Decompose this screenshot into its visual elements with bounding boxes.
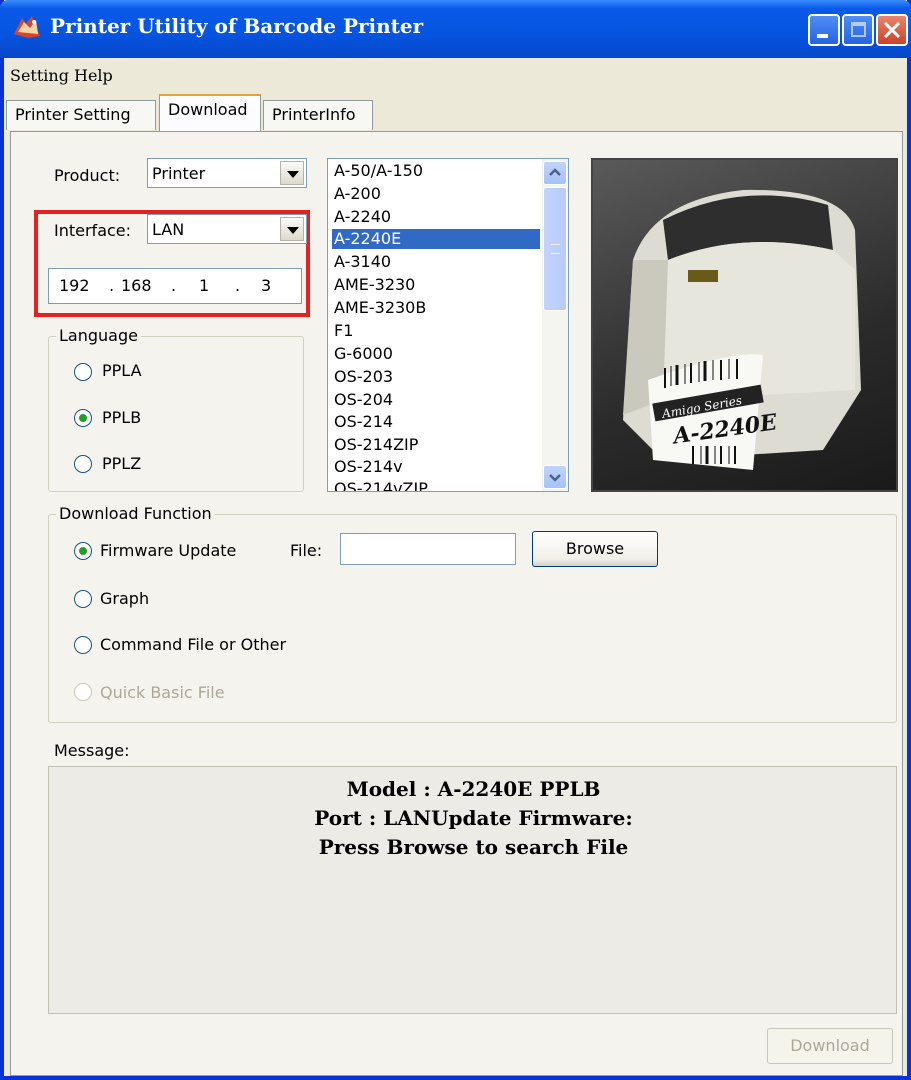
- interface-label: Interface:: [54, 221, 132, 240]
- radio-command-file[interactable]: [74, 636, 94, 656]
- list-item[interactable]: AME-3230: [332, 275, 540, 295]
- ip-separator: .: [171, 276, 177, 295]
- list-item[interactable]: OS-214vZIP: [332, 479, 540, 491]
- scroll-down-button[interactable]: [543, 465, 567, 489]
- ip-octet-1[interactable]: 192: [59, 276, 90, 295]
- close-button[interactable]: [876, 14, 908, 46]
- list-item[interactable]: A-2240: [332, 207, 540, 227]
- ip-octet-4[interactable]: 3: [261, 276, 271, 295]
- radio-selected-dot: [79, 414, 87, 422]
- tab-download[interactable]: Download: [159, 94, 261, 131]
- title-bar[interactable]: Printer Utility of Barcode Printer: [0, 0, 911, 58]
- list-item[interactable]: OS-214ZIP: [332, 435, 540, 455]
- tab-strip: Printer Setting Download PrinterInfo: [4, 92, 907, 132]
- chevron-down-icon[interactable]: [280, 161, 304, 185]
- message-line-model: Model : A-2240E PPLB: [346, 777, 601, 801]
- product-select[interactable]: Printer: [147, 158, 307, 188]
- browse-button[interactable]: Browse: [532, 531, 658, 567]
- list-item[interactable]: G-6000: [332, 344, 540, 364]
- list-item[interactable]: A-3140: [332, 252, 540, 272]
- list-item[interactable]: OS-204: [332, 390, 540, 410]
- radio-ppla[interactable]: [74, 363, 94, 383]
- minimize-button[interactable]: [808, 14, 840, 46]
- list-item[interactable]: OS-203: [332, 367, 540, 387]
- radio-pplz-label[interactable]: PPLZ: [102, 454, 141, 473]
- file-path-input[interactable]: [340, 533, 516, 565]
- list-item[interactable]: F1: [332, 321, 540, 341]
- radio-firmware-update-label[interactable]: Firmware Update: [100, 541, 236, 560]
- radio-selected-dot: [79, 547, 87, 555]
- model-list[interactable]: A-50/A-150 A-200 A-2240 A-2240E A-3140 A…: [327, 158, 569, 492]
- message-label: Message:: [54, 741, 130, 760]
- tab-printer-info[interactable]: PrinterInfo: [263, 100, 373, 130]
- download-button[interactable]: Download: [767, 1028, 893, 1064]
- menu-help[interactable]: Help: [74, 66, 113, 85]
- interface-select[interactable]: LAN: [147, 214, 307, 244]
- download-function-title: Download Function: [56, 504, 215, 523]
- printer-image: Amigo Series A-2240E: [591, 158, 898, 492]
- radio-graph[interactable]: [74, 590, 94, 610]
- window-title: Printer Utility of Barcode Printer: [50, 14, 424, 38]
- file-label: File:: [290, 541, 323, 560]
- grip-icon: [551, 244, 560, 254]
- tab-label: Download: [168, 100, 248, 119]
- ip-address-field[interactable]: 192 . 168 . 1 . 3: [48, 268, 302, 304]
- radio-pplb[interactable]: [74, 409, 94, 429]
- chevron-down-icon: [549, 474, 561, 482]
- radio-quick-basic-file-label[interactable]: Quick Basic File: [100, 683, 225, 702]
- ip-separator: .: [235, 276, 241, 295]
- model-list-scrollbar[interactable]: [542, 159, 568, 491]
- radio-quick-basic-file[interactable]: [74, 683, 94, 703]
- interface-value: LAN: [152, 220, 185, 239]
- message-line-port: Port : LANUpdate Firmware:: [314, 806, 633, 830]
- radio-ppla-label[interactable]: PPLA: [102, 361, 142, 380]
- list-item[interactable]: AME-3230B: [332, 298, 540, 318]
- ip-octet-2[interactable]: 168: [121, 276, 152, 295]
- barcode-printer-illustration: Amigo Series A-2240E: [623, 189, 861, 470]
- maximize-icon: [851, 22, 866, 37]
- ip-separator: .: [109, 276, 115, 295]
- radio-command-file-label[interactable]: Command File or Other: [100, 635, 286, 654]
- product-label: Product:: [54, 166, 121, 185]
- language-group-title: Language: [56, 326, 141, 345]
- list-item[interactable]: A-200: [332, 184, 540, 204]
- minimize-icon: [817, 34, 828, 38]
- radio-firmware-update[interactable]: [74, 542, 94, 562]
- close-icon: [883, 21, 901, 39]
- radio-pplb-label[interactable]: PPLB: [102, 408, 141, 427]
- download-button-label: Download: [790, 1036, 870, 1055]
- menu-setting[interactable]: Setting: [10, 66, 69, 85]
- menu-bar: Setting Help: [4, 58, 907, 90]
- scroll-thumb[interactable]: [543, 187, 567, 311]
- app-window: Printer Utility of Barcode Printer Setti…: [0, 0, 911, 1080]
- list-item-selected[interactable]: A-2240E: [332, 229, 540, 249]
- printer-app-icon: [14, 16, 40, 38]
- maximize-button[interactable]: [842, 14, 874, 46]
- list-item[interactable]: A-50/A-150: [332, 161, 540, 181]
- tab-label: Printer Setting: [15, 105, 131, 124]
- chevron-down-icon[interactable]: [280, 217, 304, 241]
- chevron-up-icon: [549, 168, 561, 176]
- browse-button-label: Browse: [565, 539, 625, 558]
- tab-printer-setting[interactable]: Printer Setting: [6, 100, 156, 130]
- radio-graph-label[interactable]: Graph: [100, 589, 149, 608]
- message-line-instruction: Press Browse to search File: [318, 835, 629, 859]
- radio-pplz[interactable]: [74, 455, 94, 475]
- list-item[interactable]: OS-214v: [332, 457, 540, 477]
- ip-octet-3[interactable]: 1: [199, 276, 209, 295]
- tab-label: PrinterInfo: [272, 105, 356, 124]
- product-value: Printer: [152, 164, 206, 183]
- list-item[interactable]: OS-214: [332, 412, 540, 432]
- message-box: Model : A-2240E PPLB Port : LANUpdate Fi…: [48, 766, 897, 1014]
- scroll-up-button[interactable]: [543, 161, 567, 185]
